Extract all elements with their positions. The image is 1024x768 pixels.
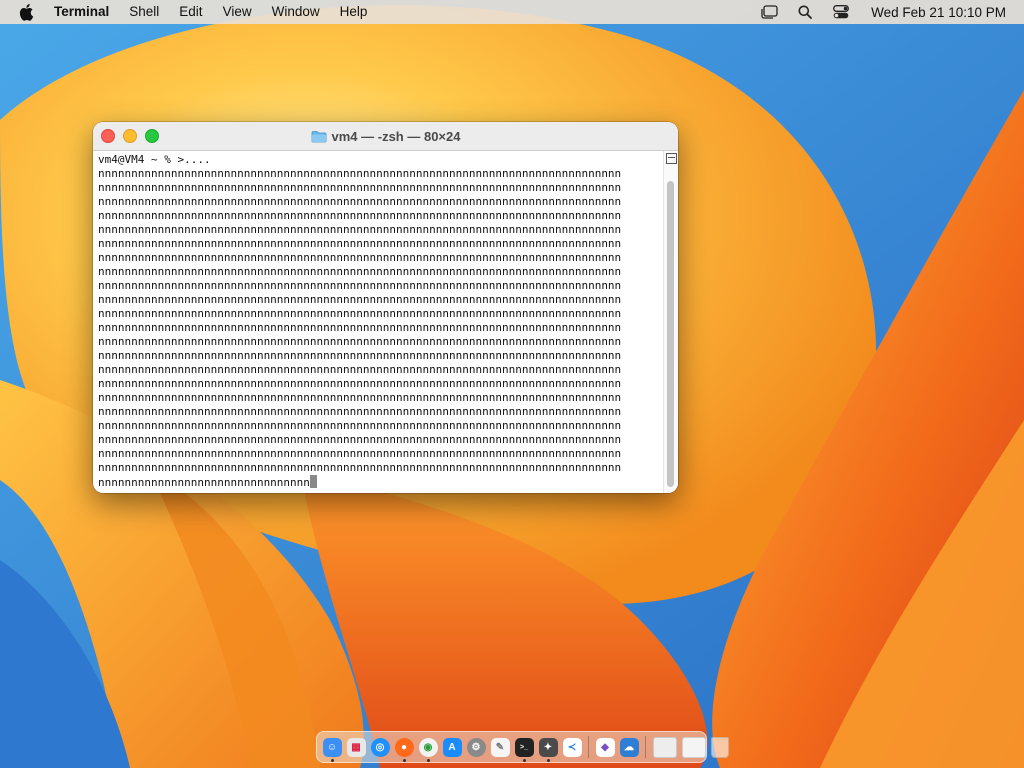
output-line: nnnnnnnnnnnnnnnnnnnnnnnnnnnnnnnnnnnnnnnn… [98,447,622,460]
output-line: nnnnnnnnnnnnnnnnnnnnnnnnnnnnnnnnnnnnnnnn… [98,223,622,236]
textedit-icon[interactable]: ✎ [490,737,510,757]
dock: ☺ ▦ ◎ ● ◉ A ⚙ ✎ >_ ✦ ≺ ◆ ☁ [316,731,729,763]
output-line: nnnnnnnnnnnnnnnnnnnnnnnnnnnnnnnnnnnnnnnn… [98,363,622,376]
output-line: nnnnnnnnnnnnnnnnnnnnnnnnnnnnnnnnnnnnnnnn… [98,167,622,180]
minimize-window-button[interactable] [123,129,137,143]
output-line: nnnnnnnnnnnnnnnnnnnnnnnnnnnnnnnnnnnnnnnn… [98,251,622,264]
output-line: nnnnnnnnnnnnnnnnnnnnnnnnnnnnnnnnnnnnnnnn… [98,461,622,474]
prompt-line: vm4@VM4 ~ % >.... [98,153,211,166]
output-line: nnnnnnnnnnnnnnnnnnnnnnnnnnnnnnnnnnnnnnnn… [98,209,622,222]
finder-icon[interactable]: ☺ [322,737,342,762]
output-line: nnnnnnnnnnnnnnnnnnnnnnnnnnnnnnnnnnnnnnnn… [98,307,622,320]
text-cursor [309,475,317,488]
folder-stack-icon[interactable] [681,736,706,758]
running-indicator [402,758,406,762]
cloud-drive-icon[interactable]: ☁ [619,737,639,757]
output-line: nnnnnnnnnnnnnnnnnnnnnnnnnnnnnnnnnnnnnnnn… [98,419,622,432]
output-line: nnnnnnnnnnnnnnnnnnnnnnnnnnnnnnnnnnnnnnnn… [98,181,622,194]
output-line: nnnnnnnnnnnnnnnnnnnnnnnnnnnnnnnnnnnnnnnn… [98,377,622,390]
output-line: nnnnnnnnnnnnnnnnnnnnnnnnnnnnnnnnnnnnnnnn… [98,237,622,250]
running-indicator [330,758,334,762]
visual-studio-icon[interactable]: ◆ [595,737,615,757]
menu-help[interactable]: Help [330,0,378,24]
terminal-output[interactable]: vm4@VM4 ~ % >.... nnnnnnnnnnnnnnnnnnnnnn… [93,151,664,493]
output-line: nnnnnnnnnnnnnnnnnnnnnnnnnnnnnnnnnnnnnnnn… [98,405,622,418]
running-indicator [426,758,430,762]
vertical-scrollbar[interactable] [663,151,678,493]
menubar-clock[interactable]: Wed Feb 21 10:10 PM [871,5,1006,20]
split-pane-icon[interactable] [666,153,677,164]
xcode-instruments-icon[interactable]: ✦ [538,737,558,762]
output-line: nnnnnnnnnnnnnnnnnnnnnnnnnnnnnnnnnnnnnnnn… [98,265,622,278]
output-line: nnnnnnnnnnnnnnnnnnnnnnnnnnnnnnnnnnnnnnnn… [98,293,622,306]
chrome-icon[interactable]: ◉ [418,737,438,762]
output-line: nnnnnnnnnnnnnnnnnnnnnnnnnnnnnnnnnnnnnnnn… [98,195,622,208]
menu-bar: Terminal Shell Edit View Window Help Wed… [0,0,1024,24]
output-line: nnnnnnnnnnnnnnnnnnnnnnnnnnnnnnnnnnnnnnnn… [98,349,622,362]
menu-app-terminal[interactable]: Terminal [52,0,119,24]
control-center-icon[interactable] [831,2,851,22]
running-indicator [546,758,550,762]
close-window-button[interactable] [101,129,115,143]
output-line: nnnnnnnnnnnnnnnnnnnnnnnnnnnnnnnnnnnnnnnn… [98,335,622,348]
output-line: nnnnnnnnnnnnnnnnnnnnnnnnnnnnnnnnnnnnnnnn… [98,433,622,446]
menu-view[interactable]: View [213,0,262,24]
system-settings-icon[interactable]: ⚙ [466,737,486,757]
vscode-icon[interactable]: ≺ [562,737,582,757]
output-line: nnnnnnnnnnnnnnnnnnnnnnnnnnnnnnnnnnnnnnnn… [98,391,622,404]
app-store-icon[interactable]: A [442,737,462,757]
menu-window[interactable]: Window [262,0,330,24]
window-titlebar[interactable]: vm4 — -zsh — 80×24 [93,122,678,151]
folder-icon [311,130,326,142]
trash-icon[interactable] [710,736,729,758]
output-line: nnnnnnnnnnnnnnnnnnnnnnnnnnnnnnnnnnnnnnnn… [98,321,622,334]
menu-edit[interactable]: Edit [169,0,212,24]
launchpad-icon[interactable]: ▦ [346,737,366,757]
stage-manager-icon[interactable] [759,2,779,22]
current-input-line: nnnnnnnnnnnnnnnnnnnnnnnnnnnnnnnn [98,475,664,489]
current-input-text: nnnnnnnnnnnnnnnnnnnnnnnnnnnnnnnn [98,476,310,489]
zoom-window-button[interactable] [145,129,159,143]
terminal-window: vm4 — -zsh — 80×24 vm4@VM4 ~ % >.... nnn… [93,122,678,493]
window-title: vm4 — -zsh — 80×24 [331,128,461,144]
dock-separator [588,736,589,758]
running-indicator [522,758,526,762]
terminal-icon[interactable]: >_ [514,737,534,762]
apple-icon[interactable] [18,3,36,21]
dock-separator [645,736,646,758]
spotlight-search-icon[interactable] [795,2,815,22]
menu-shell[interactable]: Shell [119,0,169,24]
output-line: nnnnnnnnnnnnnnnnnnnnnnnnnnnnnnnnnnnnnnnn… [98,279,622,292]
downloads-stack-icon[interactable] [652,736,677,758]
scrollbar-thumb[interactable] [667,181,674,487]
firefox-icon[interactable]: ● [394,737,414,762]
safari-icon[interactable]: ◎ [370,737,390,757]
